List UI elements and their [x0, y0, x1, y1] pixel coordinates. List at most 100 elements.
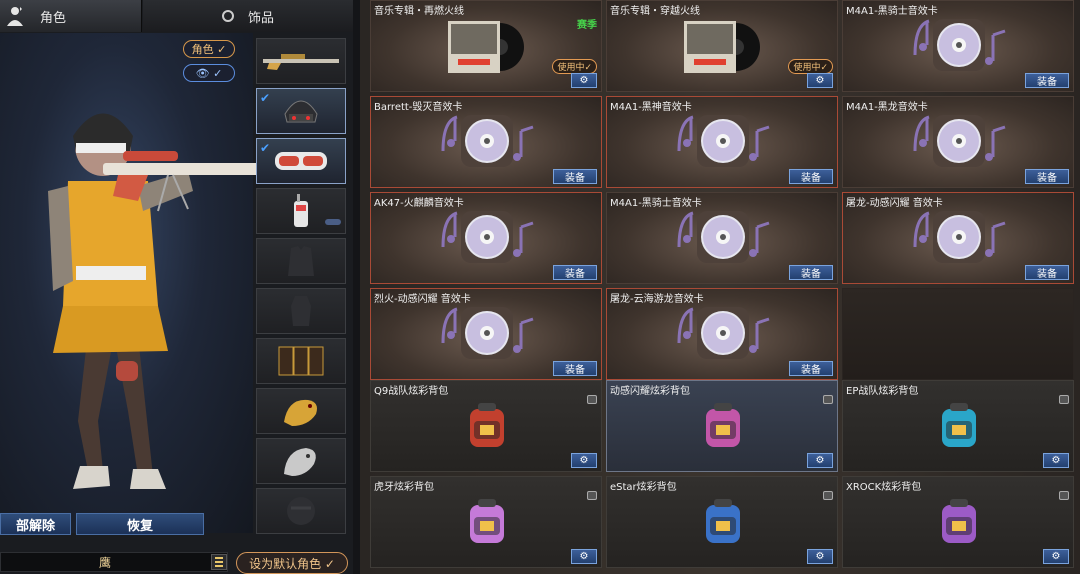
- slot-ammo-pouch[interactable]: [256, 338, 346, 384]
- walkie-talkie-icon: [294, 194, 308, 227]
- ammo-pouch-icon: [278, 346, 324, 376]
- settings-gear-button[interactable]: ⚙: [1043, 453, 1069, 468]
- album-card[interactable]: 音乐专辑・再燃火线赛季使用中✓ ⚙: [370, 0, 602, 92]
- sound-card-disc-icon: [909, 207, 1009, 267]
- bag-card[interactable]: EP战队炫彩背包 ⚙: [842, 380, 1074, 472]
- visibility-toggle-pill[interactable]: 👁 ✓: [183, 64, 235, 82]
- slot-vest-empty[interactable]: [256, 238, 346, 284]
- card-title: eStar炫彩背包: [610, 482, 677, 493]
- check-icon: ✔: [260, 91, 271, 105]
- lock-icon: [1059, 395, 1069, 404]
- disc-card[interactable]: AK47-火麒麟音效卡 装备: [370, 192, 602, 284]
- in-use-badge: 使用中✓: [552, 59, 597, 74]
- sound-card-disc-icon: [673, 111, 773, 171]
- menu-list-button[interactable]: [211, 554, 227, 570]
- tab-role-label: 角色: [40, 10, 67, 26]
- sound-card-disc-icon: [673, 207, 773, 267]
- card-title: Q9战队炫彩背包: [374, 386, 449, 397]
- in-use-badge: 使用中✓: [788, 59, 833, 74]
- disc-card[interactable]: 屠龙-云海游龙音效卡 装备: [606, 288, 838, 380]
- settings-gear-button[interactable]: ⚙: [1043, 549, 1069, 564]
- toggle-switch-icon[interactable]: [325, 219, 341, 225]
- disc-card[interactable]: M4A1-黑龙音效卡 装备: [842, 96, 1074, 188]
- bag-card[interactable]: 动感闪耀炫彩背包 ⚙: [606, 380, 838, 472]
- tab-accessory-label: 饰品: [247, 10, 274, 26]
- settings-gear-button[interactable]: ⚙: [807, 453, 833, 468]
- equip-button[interactable]: 装备: [789, 361, 833, 376]
- lock-icon: [1059, 491, 1069, 500]
- character-icon: [7, 7, 23, 26]
- lock-icon: [587, 395, 597, 404]
- disc-card[interactable]: 屠龙-动感闪耀 音效卡 装备: [842, 192, 1074, 284]
- remove-all-button[interactable]: 部解除: [0, 513, 71, 535]
- character-name: 鹰: [98, 555, 111, 570]
- backpack-icon: [702, 497, 744, 545]
- disc-card[interactable]: M4A1-黑骑士音效卡 装备: [842, 0, 1074, 92]
- character-name-bar: 鹰: [0, 552, 228, 572]
- card-title: XROCK炫彩背包: [846, 482, 922, 493]
- sound-card-disc-icon: [909, 15, 1009, 75]
- round-silhouette-icon: [287, 497, 315, 525]
- character-preview[interactable]: 角色 ✓ 👁 ✓: [0, 33, 286, 533]
- equip-button[interactable]: 装备: [1025, 73, 1069, 88]
- menu-icon: [215, 557, 223, 559]
- music-album-icon: [684, 21, 762, 73]
- sound-card-disc-icon: [437, 303, 537, 363]
- goggles-icon: [275, 152, 327, 170]
- equip-button[interactable]: 装备: [553, 169, 597, 184]
- card-title: 音乐专辑・再燃火线: [374, 6, 464, 17]
- tab-accessory[interactable]: 饰品: [143, 0, 353, 32]
- settings-gear-button[interactable]: ⚙: [571, 549, 597, 564]
- slot-walkie-talkie[interactable]: [256, 188, 346, 234]
- disc-card[interactable]: Barrett-毁灭音效卡 装备: [370, 96, 602, 188]
- lock-icon: [823, 491, 833, 500]
- slot-silver-horse[interactable]: [256, 438, 346, 484]
- season-badge: 赛季: [577, 20, 597, 31]
- equip-button[interactable]: 装备: [1025, 265, 1069, 280]
- equip-button[interactable]: 装备: [1025, 169, 1069, 184]
- music-album-icon: [448, 21, 526, 73]
- slot-helmet[interactable]: ✔: [256, 88, 346, 134]
- equip-button[interactable]: 装备: [789, 265, 833, 280]
- slot-body-empty[interactable]: [256, 288, 346, 334]
- sniper-rifle-icon: [263, 54, 339, 70]
- gold-dragon-icon: [284, 399, 317, 426]
- sound-card-disc-icon: [437, 207, 537, 267]
- card-title: EP战队炫彩背包: [846, 386, 919, 397]
- disc-card[interactable]: M4A1-黑神音效卡 装备: [606, 96, 838, 188]
- disc-card[interactable]: M4A1-黑骑士音效卡 装备: [606, 192, 838, 284]
- sound-card-disc-icon: [437, 111, 537, 171]
- equipment-slots: ✔ ✔: [256, 38, 348, 538]
- bag-card[interactable]: eStar炫彩背包 ⚙: [606, 476, 838, 568]
- ring-icon: [221, 10, 234, 22]
- restore-button[interactable]: 恢复: [76, 513, 204, 535]
- tab-role[interactable]: 角色: [0, 0, 142, 32]
- slot-round-empty[interactable]: [256, 488, 346, 534]
- settings-gear-button[interactable]: ⚙: [571, 73, 597, 88]
- inventory-grid: 音乐专辑・再燃火线 赛季 使用中✓ ⚙ 音乐专辑・穿越火线 使用中✓ ⚙ M4A1-黑骑士音效…: [360, 0, 1080, 574]
- equip-button[interactable]: 装备: [553, 361, 597, 376]
- slot-sniper-rifle[interactable]: [256, 38, 346, 84]
- set-default-character-button[interactable]: 设为默认角色 ✓: [236, 552, 348, 574]
- empty-slot: [842, 288, 1074, 380]
- role-toggle-pill[interactable]: 角色 ✓: [183, 40, 235, 58]
- bag-card[interactable]: XROCK炫彩背包 ⚙: [842, 476, 1074, 568]
- backpack-icon: [702, 401, 744, 449]
- bag-card[interactable]: Q9战队炫彩背包 ⚙: [370, 380, 602, 472]
- settings-gear-button[interactable]: ⚙: [807, 73, 833, 88]
- disc-card[interactable]: 烈火-动感闪耀 音效卡 装备: [370, 288, 602, 380]
- check-icon: ✔: [260, 141, 271, 155]
- bag-card[interactable]: 虎牙炫彩背包 ⚙: [370, 476, 602, 568]
- lock-icon: [587, 491, 597, 500]
- settings-gear-button[interactable]: ⚙: [571, 453, 597, 468]
- settings-gear-button[interactable]: ⚙: [807, 549, 833, 564]
- equip-button[interactable]: 装备: [553, 265, 597, 280]
- slot-goggles[interactable]: ✔: [256, 138, 346, 184]
- album-card[interactable]: 音乐专辑・穿越火线 使用中✓ ⚙: [606, 0, 838, 92]
- backpack-icon: [466, 401, 508, 449]
- sound-card-disc-icon: [673, 303, 773, 363]
- backpack-icon: [466, 497, 508, 545]
- slot-gold-dragon[interactable]: [256, 388, 346, 434]
- equip-button[interactable]: 装备: [789, 169, 833, 184]
- character-panel: 角色 饰品 角色 ✓ 👁 ✓ ✔ ✔ 部解除 恢复 鹰 设为默认角色 ✓: [0, 0, 353, 574]
